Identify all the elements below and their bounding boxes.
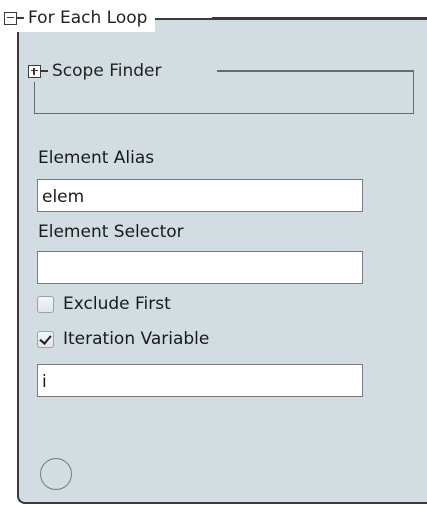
- element-alias-input[interactable]: [37, 179, 363, 212]
- checkmark-icon: [39, 331, 52, 345]
- exclude-first-label: Exclude First: [63, 294, 171, 314]
- iteration-variable-label: Iteration Variable: [63, 329, 210, 349]
- expand-icon[interactable]: [28, 64, 41, 78]
- element-alias-label: Element Alias: [38, 148, 155, 168]
- for-each-loop-header: For Each Loop: [4, 4, 156, 32]
- scope-finder-header: Scope Finder: [28, 60, 168, 82]
- element-selector-input[interactable]: [37, 251, 363, 284]
- exclude-first-option[interactable]: Exclude First: [37, 291, 171, 317]
- canvas: For Each Loop Scope Finder Element Alias…: [0, 0, 427, 508]
- for-each-loop-title: For Each Loop: [28, 8, 148, 28]
- iteration-variable-option[interactable]: Iteration Variable: [37, 326, 209, 352]
- collapse-icon[interactable]: [4, 11, 17, 25]
- legend-connector: [17, 17, 24, 19]
- legend-connector: [41, 70, 48, 72]
- scope-finder-title: Scope Finder: [52, 61, 162, 81]
- element-selector-label: Element Selector: [38, 222, 184, 242]
- exclude-first-checkbox[interactable]: [37, 295, 54, 313]
- iteration-variable-checkbox[interactable]: [37, 330, 54, 348]
- group-border-top: [212, 17, 427, 19]
- circle-handle[interactable]: [40, 458, 72, 490]
- scope-border-top-right: [217, 70, 414, 72]
- iteration-variable-input[interactable]: [37, 364, 363, 397]
